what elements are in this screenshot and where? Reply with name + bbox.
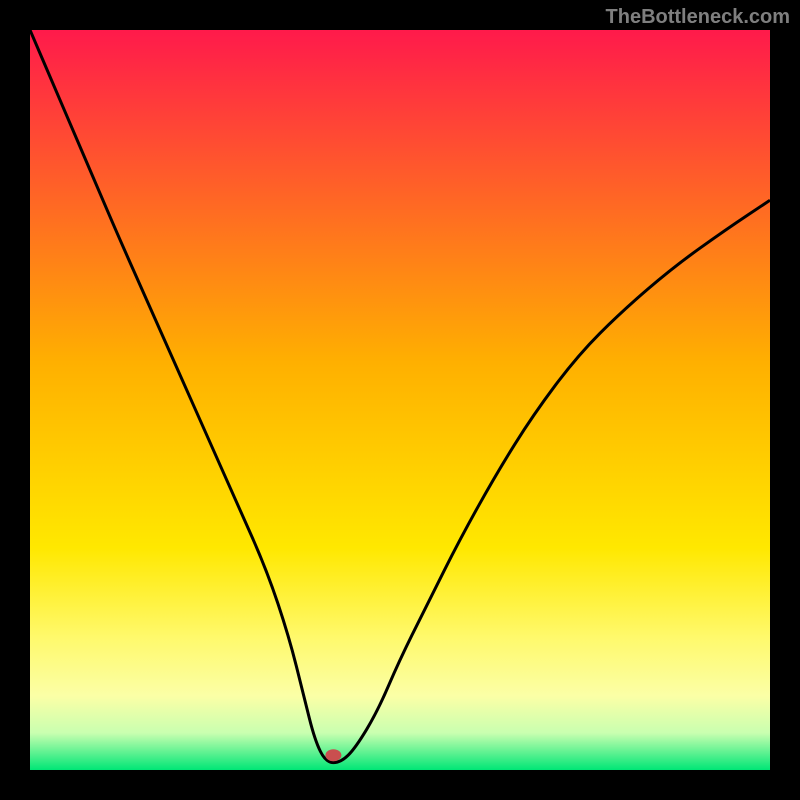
watermark-text: TheBottleneck.com (606, 6, 790, 29)
optimal-marker (325, 749, 341, 761)
bottleneck-chart (30, 30, 770, 770)
chart-frame (30, 30, 770, 770)
